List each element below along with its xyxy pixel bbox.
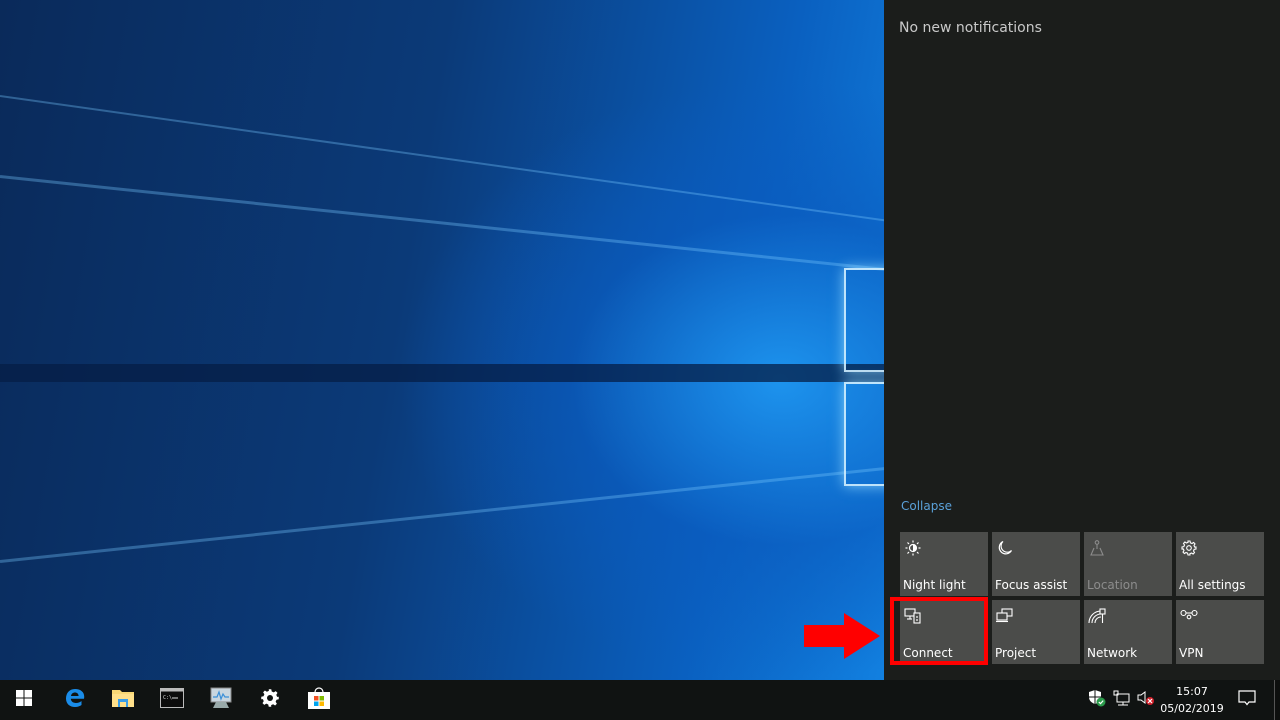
tray-network[interactable] — [1112, 690, 1132, 710]
night-light-icon — [904, 539, 922, 557]
quick-action-night-light[interactable]: Night light — [900, 532, 988, 596]
taskbar-settings[interactable] — [246, 680, 294, 720]
vpn-icon — [1180, 607, 1198, 625]
network-wired-icon — [1113, 690, 1131, 710]
monitor-icon — [209, 687, 233, 713]
notification-icon — [1238, 690, 1256, 710]
quick-action-label: VPN — [1179, 646, 1204, 660]
taskbar-file-explorer[interactable] — [99, 680, 147, 720]
network-icon — [1088, 607, 1106, 625]
moon-icon — [996, 539, 1014, 557]
taskbar-edge[interactable] — [51, 680, 99, 720]
quick-action-network[interactable]: Network — [1084, 600, 1172, 664]
taskbar-resource-monitor[interactable] — [197, 680, 245, 720]
quick-action-label: Focus assist — [995, 578, 1068, 592]
folder-icon — [111, 688, 135, 712]
wallpaper-window-pane — [844, 268, 884, 372]
quick-action-vpn[interactable]: VPN — [1176, 600, 1264, 664]
taskbar: C:\ — [0, 680, 1280, 720]
light-beam — [0, 95, 884, 223]
quick-action-project[interactable]: Project — [992, 600, 1080, 664]
action-center-button[interactable] — [1237, 690, 1257, 710]
quick-action-all-settings[interactable]: All settings — [1176, 532, 1264, 596]
no-notifications-text: No new notifications — [899, 20, 1042, 36]
quick-action-location[interactable]: Location — [1084, 532, 1172, 596]
volume-muted-icon — [1137, 690, 1155, 710]
light-beam — [0, 465, 884, 563]
svg-text:C:\: C:\ — [163, 695, 172, 701]
wallpaper-dark-band — [0, 364, 884, 382]
windows-logo-icon — [16, 690, 32, 710]
collapse-link[interactable]: Collapse — [901, 499, 952, 513]
location-icon — [1088, 539, 1106, 557]
clock-time: 15:07 — [1176, 685, 1208, 698]
show-desktop-button[interactable] — [1274, 680, 1280, 720]
taskbar-command-prompt[interactable]: C:\ — [148, 680, 196, 720]
store-icon — [307, 686, 331, 714]
quick-action-label: Location — [1087, 578, 1138, 592]
quick-action-label: Network — [1087, 646, 1138, 660]
desktop-wallpaper — [0, 0, 884, 680]
tray-volume[interactable] — [1136, 690, 1156, 710]
red-arrow-annotation — [804, 613, 880, 659]
edge-icon — [64, 687, 86, 713]
quick-action-label: All settings — [1179, 578, 1246, 592]
connect-highlight-box — [890, 597, 988, 665]
security-shield-icon — [1088, 689, 1106, 711]
taskbar-store[interactable] — [295, 680, 343, 720]
start-button[interactable] — [0, 680, 48, 720]
cmd-icon: C:\ — [160, 688, 184, 712]
gear-icon — [1180, 539, 1198, 557]
wallpaper-window-pane — [844, 382, 884, 486]
clock-date: 05/02/2019 — [1160, 702, 1224, 715]
light-beam — [0, 175, 884, 273]
taskbar-clock[interactable]: 15:07 05/02/2019 — [1158, 683, 1226, 717]
quick-action-label: Project — [995, 646, 1037, 660]
quick-action-label: Night light — [903, 578, 966, 592]
gear-icon — [260, 688, 280, 712]
project-icon — [996, 607, 1014, 625]
action-center-panel: No new notifications Collapse Night ligh… — [884, 0, 1280, 680]
tray-security[interactable] — [1087, 690, 1107, 710]
quick-action-focus-assist[interactable]: Focus assist — [992, 532, 1080, 596]
